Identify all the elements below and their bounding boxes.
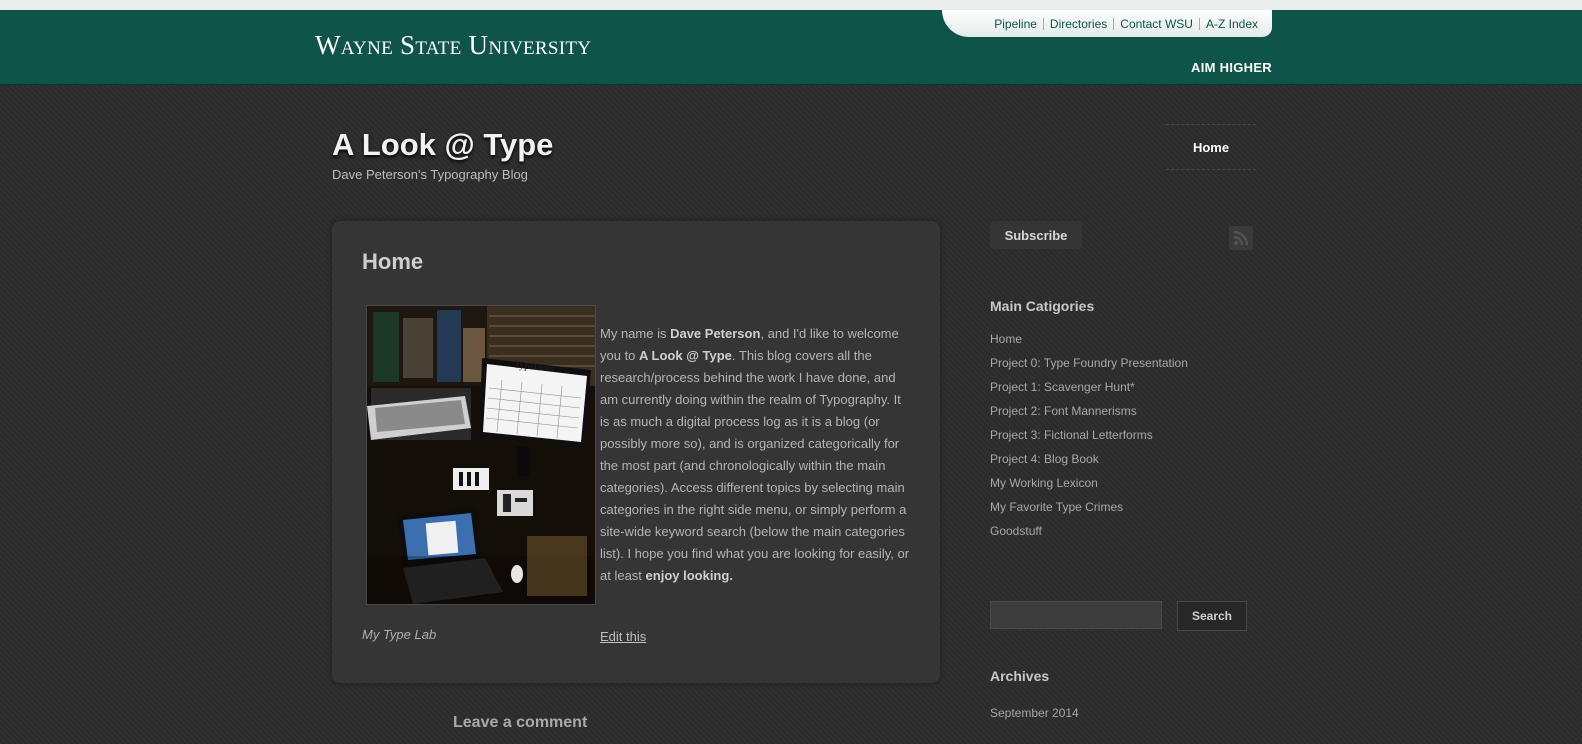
image-caption: My Type Lab [362,627,437,642]
category-link-project-2[interactable]: Project 2: Font Mannerisms [990,402,1188,426]
categories-list: Home Project 0: Type Foundry Presentatio… [990,330,1188,546]
author-name: Dave Peterson [670,326,761,341]
blog-title[interactable]: A Look @ Type [332,127,553,163]
wsu-utility-nav: Pipeline Directories Contact WSU A-Z Ind… [942,10,1272,37]
post-panel: Home Typefaces My name is Dave Peterson,… [332,221,940,683]
main-nav: Home [1166,124,1256,170]
categories-heading: Main Catigories [990,298,1095,314]
category-link-project-1[interactable]: Project 1: Scavenger Hunt* [990,378,1188,402]
post-title: Home [362,249,424,274]
rss-icon[interactable] [1229,226,1253,250]
category-link-project-3[interactable]: Project 3: Fictional Letterforms [990,426,1188,450]
category-link-goodstuff[interactable]: Goodstuff [990,522,1188,546]
blog-description: Dave Peterson's Typography Blog [332,167,528,182]
search-input[interactable] [990,601,1162,629]
util-link-contact-wsu[interactable]: Contact WSU [1113,17,1199,30]
edit-post-link[interactable]: Edit this [600,629,646,644]
wsu-header-bar: Wayne State University AIM HIGHER [0,10,1582,85]
type-lab-photo-art: Typefaces [367,306,595,604]
rss-icon-glyph [1233,230,1249,246]
main-nav-home[interactable]: Home [1193,140,1229,155]
archives-heading: Archives [990,668,1050,684]
wsu-logo[interactable]: Wayne State University [315,30,591,61]
util-link-az-index[interactable]: A-Z Index [1198,17,1264,30]
util-link-directories[interactable]: Directories [1042,17,1113,30]
category-link-lexicon[interactable]: My Working Lexicon [990,474,1188,498]
post-text-closing: enjoy looking. [645,568,733,583]
archive-link-september-2014[interactable]: September 2014 [990,706,1079,720]
post-content: My name is Dave Peterson, and I'd like t… [600,323,912,587]
category-link-type-crimes[interactable]: My Favorite Type Crimes [990,498,1188,522]
blog-name-inline: A Look @ Type [639,348,732,363]
util-link-pipeline[interactable]: Pipeline [988,18,1043,30]
search-button[interactable]: Search [1177,601,1247,631]
post-text-intro: My name is [600,326,671,341]
category-link-home[interactable]: Home [990,330,1188,354]
category-link-project-0[interactable]: Project 0: Type Foundry Presentation [990,354,1188,378]
type-lab-photo: Typefaces [366,305,596,605]
aim-higher-tagline: AIM HIGHER [1191,60,1272,75]
category-link-project-4[interactable]: Project 4: Blog Book [990,450,1188,474]
subscribe-button[interactable]: Subscribe [990,221,1082,249]
leave-comment-link[interactable]: Leave a comment [453,714,587,732]
post-text-main: . This blog covers all the research/proc… [600,348,910,583]
